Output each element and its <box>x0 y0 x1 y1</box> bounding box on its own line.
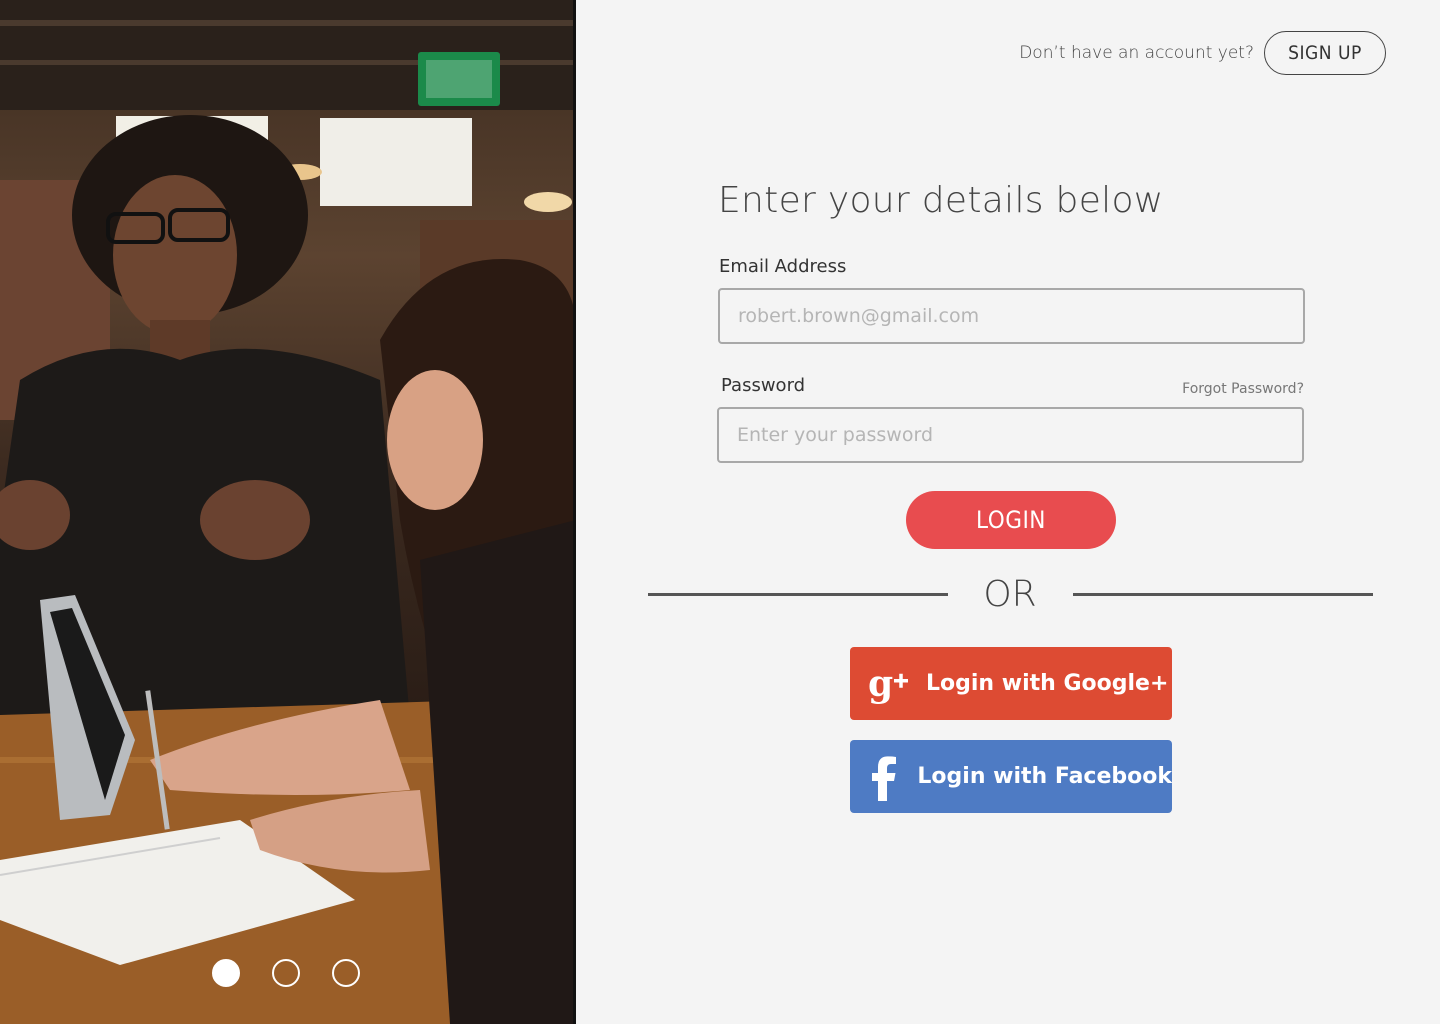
forgot-password-link[interactable]: Forgot Password? <box>1182 381 1304 397</box>
divider-right <box>1073 593 1373 596</box>
carousel-dots <box>212 959 360 987</box>
carousel-dot-1[interactable] <box>212 959 240 987</box>
google-login-label: Login with Google+ <box>926 671 1169 696</box>
facebook-login-label: Login with Facebook <box>917 764 1172 789</box>
email-input[interactable] <box>718 288 1305 344</box>
facebook-icon <box>850 740 917 813</box>
carousel-dot-2[interactable] <box>272 959 300 987</box>
or-separator: OR <box>983 574 1037 615</box>
page-title: Enter your details below <box>718 180 1164 221</box>
google-login-button[interactable]: g Login with Google+ <box>850 647 1172 720</box>
hero-illustration <box>0 0 573 1024</box>
login-panel: Don’t have an account yet? SIGN UP Enter… <box>576 0 1440 1024</box>
password-input[interactable] <box>717 407 1304 463</box>
email-label: Email Address <box>719 256 847 277</box>
password-label: Password <box>721 375 806 396</box>
hero-photo <box>0 0 576 1024</box>
facebook-login-button[interactable]: Login with Facebook <box>850 740 1172 813</box>
svg-text:g: g <box>868 663 893 705</box>
signup-row: Don’t have an account yet? SIGN UP <box>1019 31 1386 75</box>
google-plus-icon: g <box>850 647 926 720</box>
carousel-dot-3[interactable] <box>332 959 360 987</box>
login-button[interactable]: LOGIN <box>906 491 1116 549</box>
signup-prompt: Don’t have an account yet? <box>1019 43 1254 63</box>
divider-left <box>648 593 948 596</box>
signup-button[interactable]: SIGN UP <box>1264 31 1386 75</box>
